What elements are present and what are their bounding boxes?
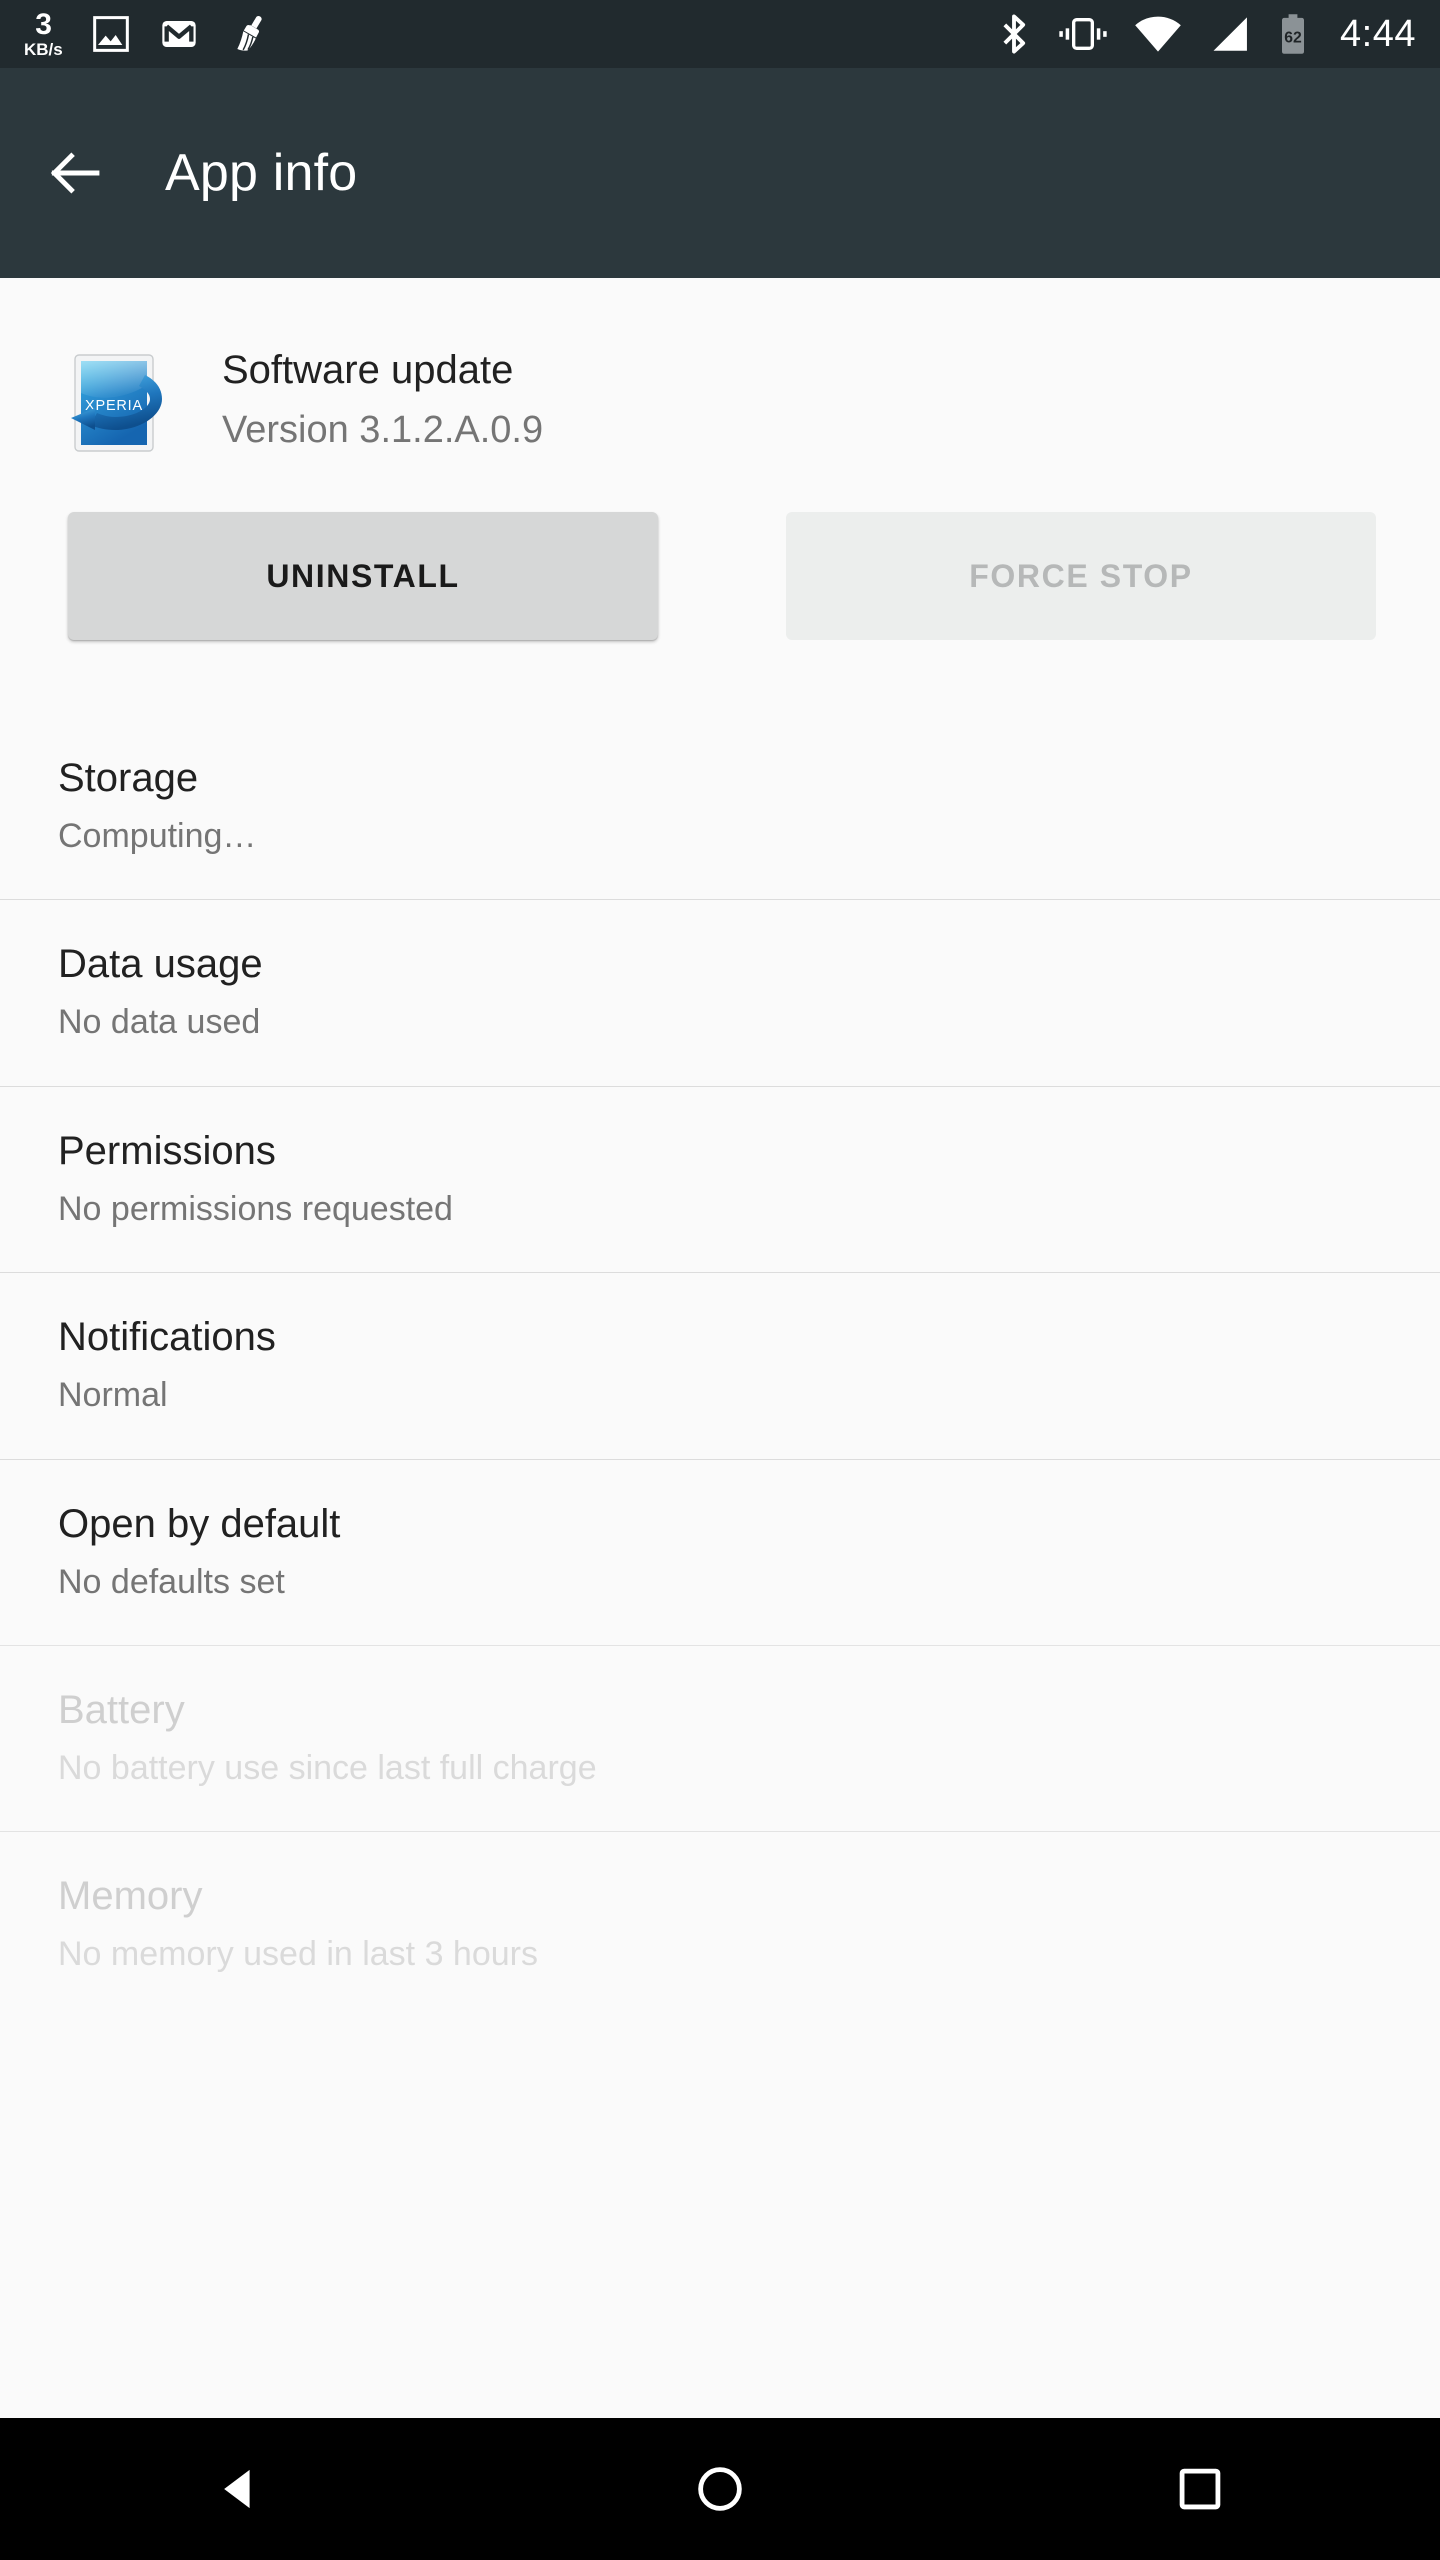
nav-back-triangle-icon [224,2469,250,2509]
xperia-software-update-icon: XPERIA [71,354,162,452]
list-item-subtitle: No battery use since last full charge [58,1748,597,1787]
list-item-title: Data usage [58,942,263,987]
list-item-memory[interactable]: Memory No memory used in last 3 hours [0,1831,1440,2017]
nav-home-circle-icon [698,2467,742,2511]
app-icon: XPERIA [58,344,174,460]
list-item-storage[interactable]: Storage Computing… [0,714,1440,899]
list-item-title: Storage [58,756,199,800]
cleaner-broom-icon [237,15,262,51]
page-title: App info [165,144,358,202]
cellular-signal-icon [1213,17,1247,51]
app-version: Version 3.1.2.A.0.9 [222,409,544,451]
list-item-subtitle: No data used [58,1003,261,1042]
list-item-subtitle: No memory used in last 3 hours [58,1935,538,1974]
status-bar-left: 3 KB/s [24,10,269,58]
list-item-subtitle: Computing… [58,817,257,855]
content-area: XPERIA Software update Version 3.1.2.A.0… [0,278,1440,2418]
list-item-subtitle: Normal [58,1376,168,1415]
app-info-list: Storage Computing… Data usage No data us… [0,714,1440,2018]
list-item-title: Notifications [58,1315,276,1360]
nav-recents-button[interactable] [1125,2418,1275,2560]
list-item-title: Battery [58,1687,185,1732]
list-item-data-usage[interactable]: Data usage No data used [0,899,1440,1085]
nav-back-button[interactable] [165,2418,315,2560]
android-app-info-screen: 3 KB/s 62 4:44 App info XPERIA Software … [0,0,1440,2560]
battery-icon: 62 [1282,14,1305,54]
nav-home-button[interactable] [645,2418,795,2560]
back-button[interactable] [20,118,130,228]
app-bar: App info [0,68,1440,278]
network-speed-value: 3 [35,8,52,41]
list-item-notifications[interactable]: Notifications Normal [0,1272,1440,1458]
list-item-open-by-default[interactable]: Open by default No defaults set [0,1458,1440,1645]
photos-icon [92,16,129,52]
list-item-subtitle: No permissions requested [58,1189,453,1228]
network-speed-unit: KB/s [24,40,63,59]
list-item-battery[interactable]: Battery No battery use since last full c… [0,1644,1440,1831]
app-name: Software update [222,348,514,392]
status-bar: 3 KB/s 62 4:44 [0,0,1440,68]
nav-recents-square-icon [1179,2468,1221,2510]
force-stop-button: FORCE STOP [786,512,1376,640]
network-speed-indicator: 3 KB/s [24,8,63,59]
wifi-icon [1135,16,1181,52]
back-arrow-icon [50,152,100,194]
gmail-icon [162,21,196,47]
list-item-title: Permissions [58,1128,276,1173]
vibrate-icon [1059,18,1107,51]
bluetooth-icon [1003,14,1026,54]
app-header: XPERIA Software update Version 3.1.2.A.0… [0,278,1440,460]
list-item-title: Memory [58,1874,203,1919]
navigation-bar [0,2418,1440,2560]
list-item-title: Open by default [58,1501,341,1546]
battery-level-text: 62 [1284,29,1302,46]
status-bar-clock: 4:44 [1340,12,1416,55]
uninstall-button[interactable]: UNINSTALL [68,512,658,640]
list-item-permissions[interactable]: Permissions No permissions requested [0,1085,1440,1272]
list-item-subtitle: No defaults set [58,1562,285,1601]
action-button-row: UNINSTALL FORCE STOP [0,460,1440,640]
app-name-block: Software update Version 3.1.2.A.0.9 [222,342,543,452]
status-bar-right: 62 4:44 [996,12,1416,56]
